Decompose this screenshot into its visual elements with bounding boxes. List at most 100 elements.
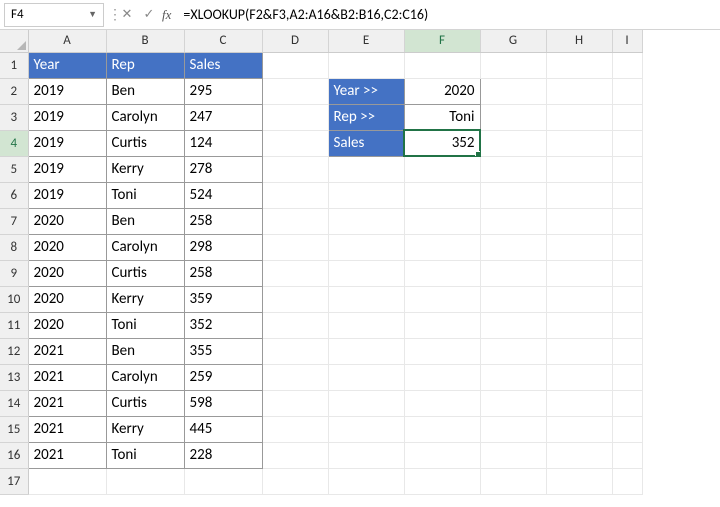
cell[interactable] (612, 338, 642, 364)
cell[interactable]: 2021 (28, 338, 106, 364)
cell[interactable] (612, 286, 642, 312)
cell[interactable] (404, 156, 480, 182)
cell[interactable] (612, 364, 642, 390)
cell[interactable] (328, 364, 404, 390)
row-head-4[interactable]: 4 (0, 130, 28, 156)
cell[interactable]: 2020 (28, 286, 106, 312)
cell[interactable] (328, 338, 404, 364)
cell[interactable]: Rep >> (328, 104, 404, 130)
cell[interactable] (480, 78, 546, 104)
cell[interactable] (546, 104, 612, 130)
cell[interactable]: 2019 (28, 104, 106, 130)
cell[interactable] (262, 364, 328, 390)
row-head-2[interactable]: 2 (0, 78, 28, 104)
col-head-A[interactable]: A (28, 30, 106, 52)
cell[interactable]: Kerry (106, 286, 184, 312)
cell[interactable]: Kerry (106, 156, 184, 182)
cell[interactable] (612, 390, 642, 416)
cell[interactable] (328, 416, 404, 442)
cell[interactable]: 258 (184, 260, 262, 286)
cell[interactable]: 2020 (404, 78, 480, 104)
cell[interactable] (328, 468, 404, 494)
cell-active[interactable]: 352 (404, 130, 480, 156)
cell[interactable] (328, 52, 404, 78)
cell[interactable] (262, 416, 328, 442)
cell[interactable] (404, 390, 480, 416)
cell[interactable] (612, 78, 642, 104)
cell[interactable] (480, 416, 546, 442)
cell[interactable] (480, 390, 546, 416)
cell[interactable]: 258 (184, 208, 262, 234)
cell[interactable]: Carolyn (106, 234, 184, 260)
cell[interactable] (262, 442, 328, 468)
cell[interactable] (480, 442, 546, 468)
cell[interactable] (546, 338, 612, 364)
cell[interactable]: Toni (106, 442, 184, 468)
row-head-14[interactable]: 14 (0, 390, 28, 416)
col-head-E[interactable]: E (328, 30, 404, 52)
col-head-B[interactable]: B (106, 30, 184, 52)
cell[interactable] (612, 156, 642, 182)
cancel-icon[interactable]: ✕ (116, 4, 138, 26)
cell[interactable]: 359 (184, 286, 262, 312)
cell[interactable] (612, 234, 642, 260)
cell[interactable]: 2021 (28, 416, 106, 442)
cell[interactable] (404, 312, 480, 338)
accept-icon[interactable]: ✓ (138, 4, 160, 26)
row-head-16[interactable]: 16 (0, 442, 28, 468)
cell[interactable]: 524 (184, 182, 262, 208)
cell[interactable]: 124 (184, 130, 262, 156)
cell[interactable] (480, 104, 546, 130)
cell[interactable] (328, 234, 404, 260)
cell[interactable] (612, 182, 642, 208)
cell[interactable] (262, 390, 328, 416)
row-head-5[interactable]: 5 (0, 156, 28, 182)
cell[interactable] (328, 156, 404, 182)
cell[interactable] (404, 286, 480, 312)
cell[interactable]: Sales (184, 52, 262, 78)
cell[interactable] (262, 208, 328, 234)
cell[interactable] (546, 260, 612, 286)
cell[interactable] (262, 52, 328, 78)
formula-input[interactable] (177, 3, 720, 27)
cell[interactable]: Carolyn (106, 364, 184, 390)
cell[interactable]: 2021 (28, 364, 106, 390)
fx-icon[interactable]: fx (162, 7, 171, 23)
cell[interactable] (612, 468, 642, 494)
cell[interactable] (262, 78, 328, 104)
cell[interactable] (404, 338, 480, 364)
cell[interactable] (262, 468, 328, 494)
cell[interactable] (612, 130, 642, 156)
row-head-7[interactable]: 7 (0, 208, 28, 234)
cell[interactable] (404, 234, 480, 260)
cell[interactable] (546, 442, 612, 468)
cell[interactable] (546, 78, 612, 104)
cell[interactable] (480, 234, 546, 260)
row-head-9[interactable]: 9 (0, 260, 28, 286)
cell[interactable] (612, 442, 642, 468)
cell[interactable] (546, 130, 612, 156)
cell[interactable]: 2019 (28, 156, 106, 182)
cell[interactable] (262, 286, 328, 312)
cell[interactable] (328, 208, 404, 234)
cell[interactable]: Carolyn (106, 104, 184, 130)
cell[interactable]: 2021 (28, 390, 106, 416)
cell[interactable] (546, 312, 612, 338)
cell[interactable] (480, 52, 546, 78)
cell[interactable] (612, 208, 642, 234)
row-head-12[interactable]: 12 (0, 338, 28, 364)
select-all-button[interactable] (0, 30, 28, 52)
cell[interactable] (546, 208, 612, 234)
row-head-11[interactable]: 11 (0, 312, 28, 338)
cell[interactable]: Toni (404, 104, 480, 130)
cell[interactable] (546, 364, 612, 390)
cell[interactable] (480, 312, 546, 338)
cell[interactable] (404, 364, 480, 390)
cell[interactable]: 228 (184, 442, 262, 468)
cell[interactable] (262, 338, 328, 364)
cell[interactable] (612, 104, 642, 130)
cell[interactable]: 2020 (28, 234, 106, 260)
cell[interactable]: 2019 (28, 182, 106, 208)
cell[interactable] (404, 260, 480, 286)
cell[interactable]: Year (28, 52, 106, 78)
